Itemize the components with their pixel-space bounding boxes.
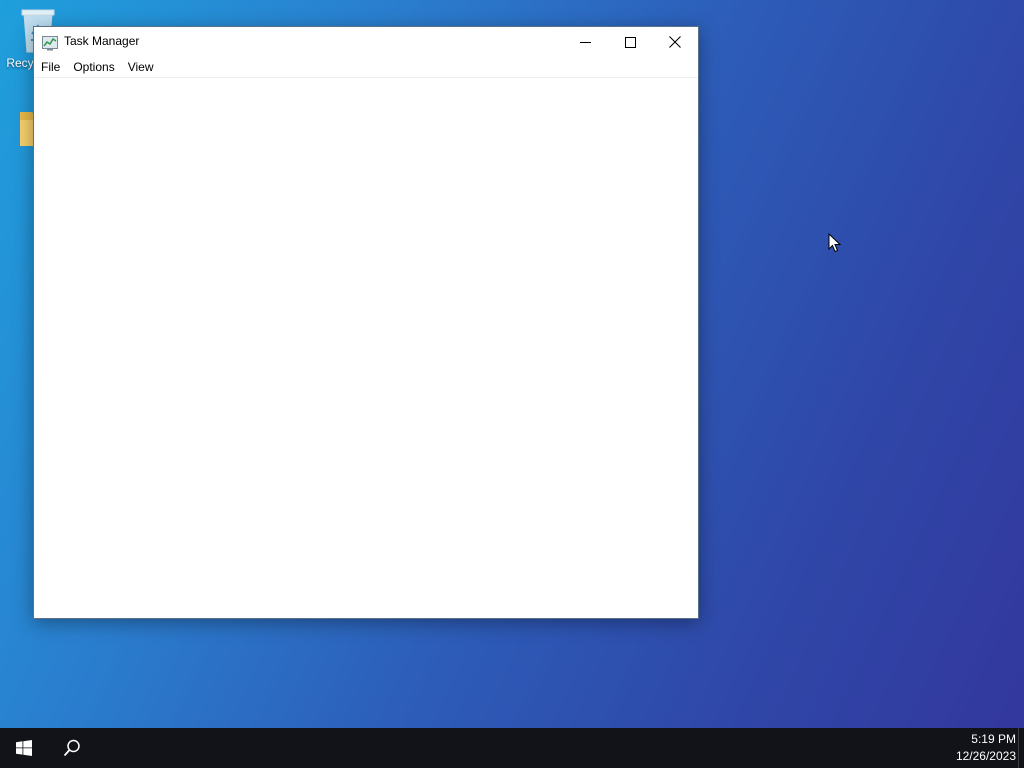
minimize-icon: [579, 41, 591, 43]
start-button[interactable]: [0, 728, 48, 768]
close-icon: [669, 36, 681, 48]
task-manager-window: Task Manager File Options View: [33, 26, 699, 619]
menu-options[interactable]: Options: [68, 58, 119, 76]
show-desktop-button[interactable]: [1018, 728, 1024, 768]
windows-logo-icon: [16, 740, 32, 756]
window-title: Task Manager: [64, 34, 140, 48]
desktop: Recycle Bin A Task Manager: [0, 0, 1024, 728]
maximize-icon: [624, 36, 636, 48]
close-button[interactable]: [652, 27, 698, 57]
minimize-button[interactable]: [562, 27, 608, 57]
menu-bar: File Options View: [34, 57, 698, 78]
window-content-area: [34, 78, 698, 618]
search-icon: [63, 739, 80, 757]
clock-date: 12/26/2023: [955, 749, 1016, 763]
menu-view[interactable]: View: [123, 58, 159, 76]
taskbar: 5:19 PM 12/26/2023: [0, 728, 1024, 768]
clock-time: 5:19 PM: [971, 732, 1016, 746]
title-bar[interactable]: Task Manager: [34, 27, 698, 57]
task-manager-icon: [42, 36, 58, 51]
search-button[interactable]: [48, 728, 96, 768]
maximize-button[interactable]: [607, 27, 653, 57]
system-clock[interactable]: 5:19 PM 12/26/2023: [956, 731, 1016, 765]
mouse-cursor-icon: [828, 233, 842, 253]
menu-file[interactable]: File: [36, 58, 65, 76]
